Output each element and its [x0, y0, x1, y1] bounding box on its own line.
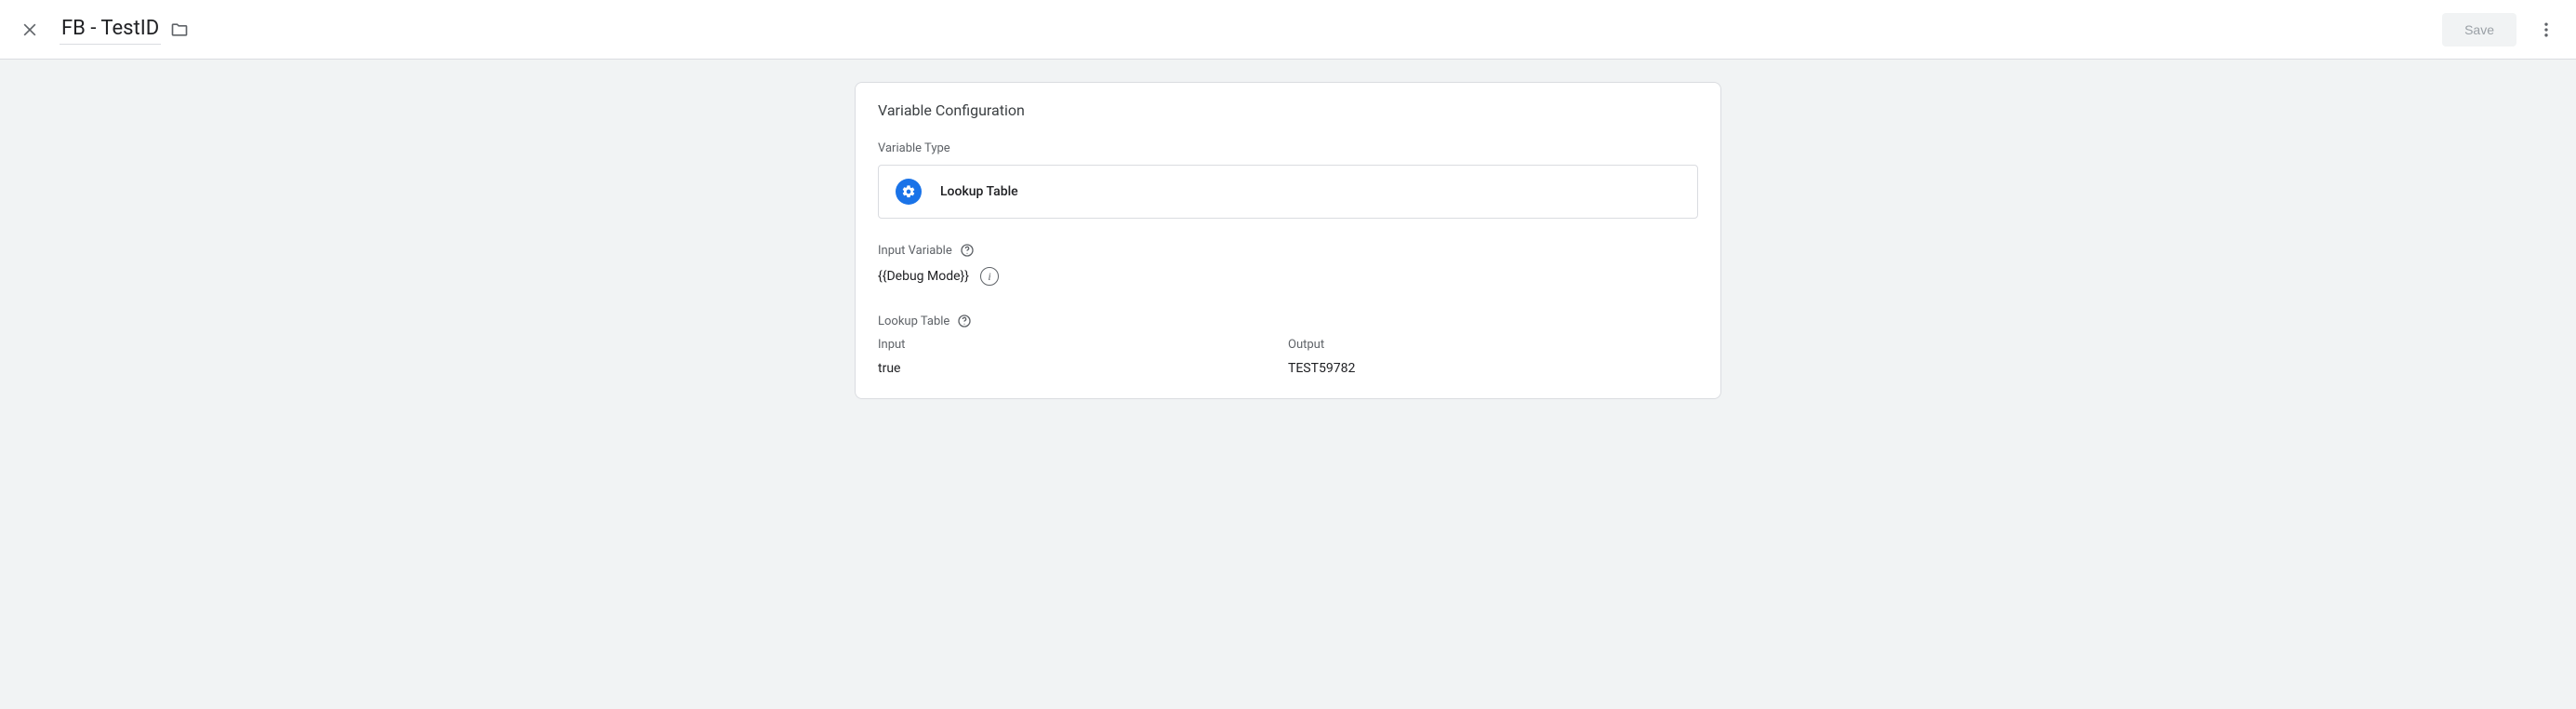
close-button[interactable] [11, 11, 48, 48]
input-variable-label: Input Variable [878, 244, 952, 258]
stage: Variable Configuration Variable Type Loo… [0, 60, 2576, 421]
more-vert-icon [2537, 20, 2556, 39]
more-button[interactable] [2528, 11, 2565, 48]
dialog-header: FB - TestID Save [0, 0, 2576, 60]
lookup-output-value: TEST59782 [1288, 361, 1698, 376]
lookup-table-label: Lookup Table [878, 314, 949, 328]
help-icon [960, 243, 975, 258]
variable-config-card: Variable Configuration Variable Type Loo… [855, 82, 1721, 399]
page-title[interactable]: FB - TestID [60, 15, 161, 45]
lookup-input-column: Input true [878, 338, 1288, 376]
title-area: FB - TestID [60, 15, 189, 45]
lookup-input-value: true [878, 361, 1288, 376]
variable-type-gear-badge [896, 179, 922, 205]
help-icon [957, 314, 972, 328]
folder-button[interactable] [170, 20, 189, 39]
lookup-table-help[interactable] [957, 314, 972, 328]
lookup-output-header: Output [1288, 338, 1698, 352]
info-icon: i [988, 271, 990, 282]
variable-type-name: Lookup Table [940, 184, 1018, 199]
input-variable-info[interactable]: i [980, 267, 999, 286]
variable-type-selector[interactable]: Lookup Table [878, 165, 1698, 219]
card-title: Variable Configuration [878, 101, 1698, 119]
gear-icon [901, 184, 916, 199]
close-icon [20, 20, 39, 39]
lookup-table-label-row: Lookup Table [878, 314, 1698, 328]
save-button[interactable]: Save [2442, 13, 2516, 47]
input-variable-label-row: Input Variable [878, 243, 1698, 258]
input-variable-help[interactable] [960, 243, 975, 258]
variable-type-label: Variable Type [878, 141, 1698, 155]
lookup-input-header: Input [878, 338, 1288, 352]
lookup-table: Input true Output TEST59782 [878, 338, 1698, 376]
folder-icon [170, 20, 189, 39]
lookup-output-column: Output TEST59782 [1288, 338, 1698, 376]
input-variable-row: {{Debug Mode}} i [878, 267, 1698, 286]
input-variable-value: {{Debug Mode}} [878, 269, 969, 284]
